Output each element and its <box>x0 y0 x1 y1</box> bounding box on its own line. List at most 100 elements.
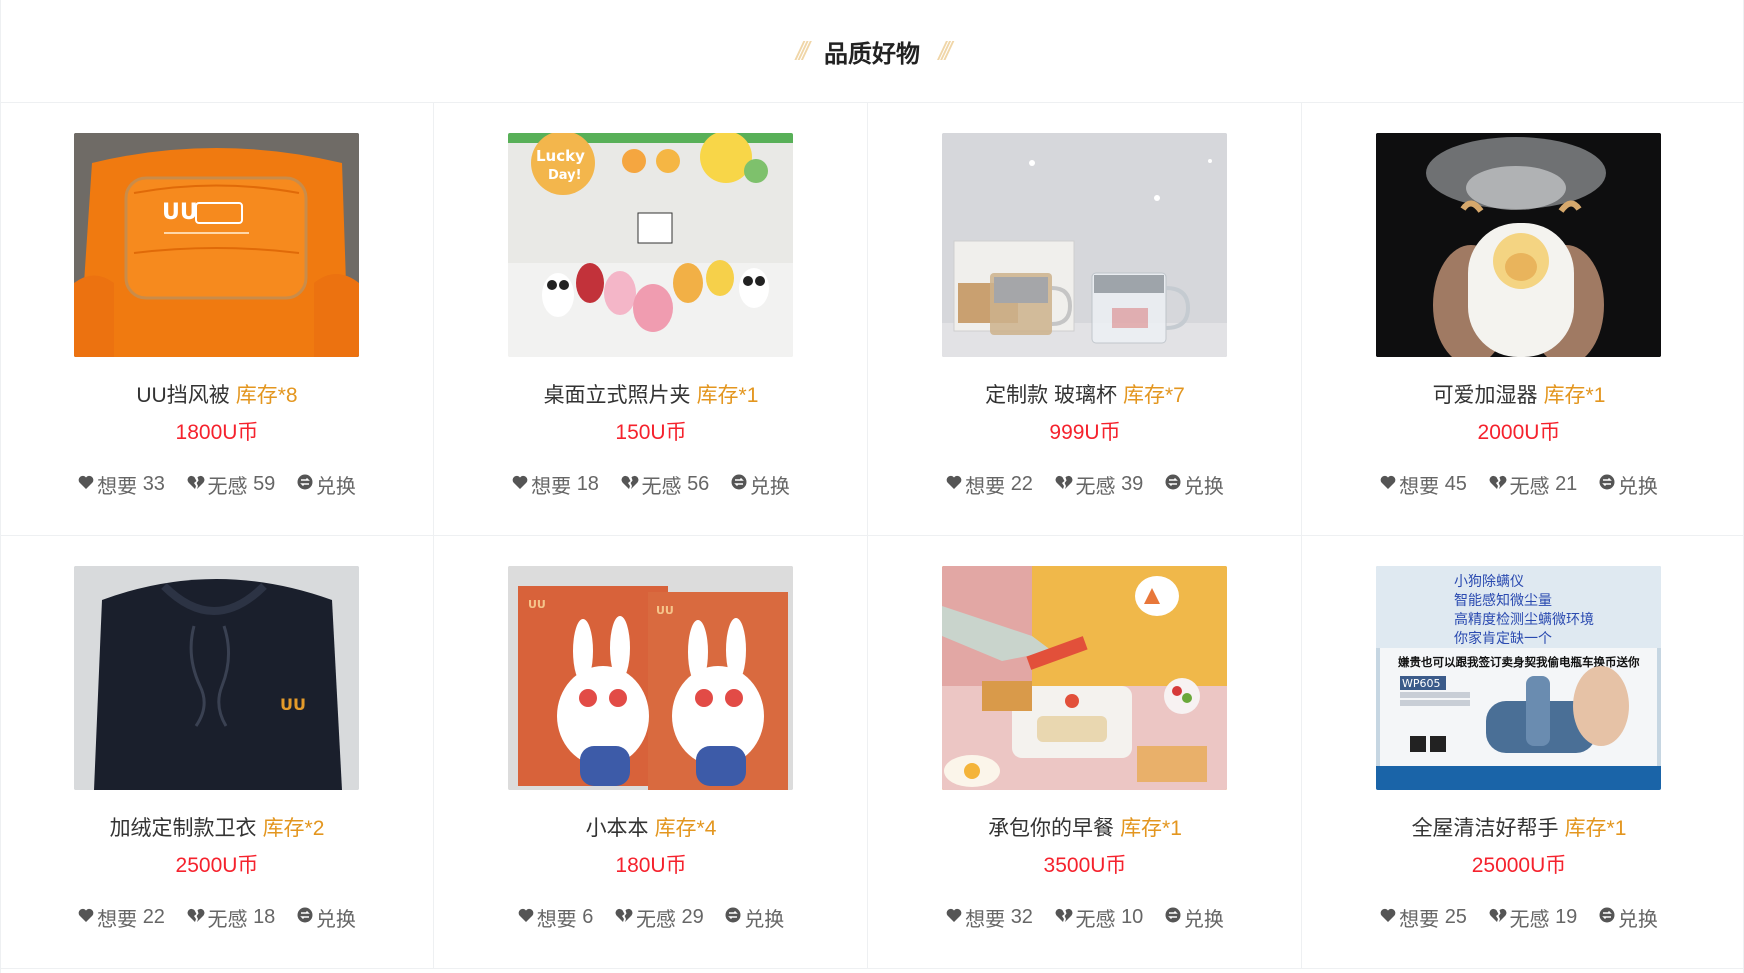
meh-button[interactable]: 无感 39 <box>1055 470 1144 499</box>
product-actions: 想要 18 无感 56 兑换 <box>434 470 868 499</box>
title-deco-left: /// <box>795 36 810 66</box>
meh-button[interactable]: 无感 10 <box>1055 903 1143 932</box>
want-button[interactable]: 想要 22 <box>78 903 165 932</box>
product-stock: 库存*8 <box>235 384 298 407</box>
product-stock: 库存*1 <box>696 384 759 407</box>
meh-button[interactable]: 无感 21 <box>1489 470 1577 499</box>
title-deco-right: /// <box>938 36 952 66</box>
product-price: 2500U币 <box>175 854 259 877</box>
product-price: 150U币 <box>615 421 687 444</box>
heart-icon <box>512 473 531 496</box>
product-card[interactable]: 可爱加湿器 库存*1 2000U币 想要 45 无感 21 兑换 <box>1302 103 1744 536</box>
want-button[interactable]: 想要 22 <box>946 470 1033 499</box>
exchange-icon <box>297 906 316 929</box>
product-name: UU挡风被 <box>136 384 230 407</box>
meh-label: 无感 <box>207 476 248 498</box>
want-count: 25 <box>1444 906 1467 928</box>
exchange-button[interactable]: 兑换 <box>1599 903 1658 932</box>
svg-text:UU: UU <box>528 598 546 611</box>
want-button[interactable]: 想要 32 <box>946 903 1033 932</box>
product-actions: 想要 25 无感 19 兑换 <box>1302 903 1736 932</box>
product-image[interactable] <box>942 133 1227 357</box>
product-actions: 想要 22 无感 39 兑换 <box>868 470 1302 499</box>
meh-button[interactable]: 无感 19 <box>1489 903 1577 932</box>
product-name-line: UU挡风被 库存*8 <box>0 379 434 409</box>
product-card[interactable]: UU UU 小本本 库存*4 180U币 想要 6 无感 29 兑换 <box>434 536 868 969</box>
exchange-button[interactable]: 兑换 <box>297 470 356 499</box>
product-card[interactable]: 小狗除螨仪 智能感知微尘量 高精度检测尘螨微环境 你家肯定缺一个 嫌贵也可以跟我… <box>1302 536 1744 969</box>
broken-heart-icon <box>615 906 636 929</box>
want-button[interactable]: 想要 18 <box>512 470 599 499</box>
want-label: 想要 <box>97 476 138 498</box>
product-name-line: 小本本 库存*4 <box>434 812 868 842</box>
want-label: 想要 <box>965 909 1006 931</box>
exchange-label: 兑换 <box>1183 909 1224 931</box>
want-button[interactable]: 想要 6 <box>518 903 593 932</box>
want-button[interactable]: 想要 33 <box>78 470 165 499</box>
want-button[interactable]: 想要 45 <box>1380 470 1467 499</box>
heart-icon <box>78 906 97 929</box>
want-label: 想要 <box>1399 476 1440 498</box>
exchange-icon <box>1165 906 1184 929</box>
meh-label: 无感 <box>207 909 248 931</box>
want-count: 33 <box>142 473 165 495</box>
exchange-button[interactable]: 兑换 <box>1165 903 1224 932</box>
exchange-button[interactable]: 兑换 <box>725 903 784 932</box>
exchange-button[interactable]: 兑换 <box>731 470 790 499</box>
product-card[interactable]: 定制款 玻璃杯 库存*7 999U币 想要 22 无感 39 兑换 <box>868 103 1302 536</box>
meh-button[interactable]: 无感 29 <box>615 903 704 932</box>
meh-label: 无感 <box>641 476 682 498</box>
product-price: 2000U币 <box>1477 421 1561 444</box>
product-image[interactable] <box>942 566 1227 790</box>
product-name: 小本本 <box>585 817 649 840</box>
heart-icon <box>518 906 537 929</box>
product-card[interactable]: Lucky Day! 桌面立式照片夹 库存*1 150U币 想要 18 无感 56 <box>434 103 868 536</box>
svg-text:Lucky: Lucky <box>536 147 585 165</box>
heart-icon <box>1380 473 1399 496</box>
exchange-icon <box>1599 906 1618 929</box>
svg-text:UU: UU <box>280 695 306 714</box>
heart-icon <box>78 473 97 496</box>
want-label: 想要 <box>965 476 1006 498</box>
exchange-button[interactable]: 兑换 <box>297 903 356 932</box>
product-name: 承包你的早餐 <box>988 817 1115 840</box>
meh-count: 29 <box>681 906 704 928</box>
product-card[interactable]: UU 加绒定制款卫衣 库存*2 2500U币 想要 22 无感 18 兑换 <box>0 536 434 969</box>
exchange-icon <box>1165 473 1184 496</box>
product-actions: 想要 32 无感 10 兑换 <box>868 903 1302 932</box>
product-card[interactable]: 承包你的早餐 库存*1 3500U币 想要 32 无感 10 兑换 <box>868 536 1302 969</box>
product-stock: 库存*2 <box>262 817 325 840</box>
meh-count: 39 <box>1121 473 1144 495</box>
product-image[interactable] <box>1376 133 1661 357</box>
product-image[interactable]: 小狗除螨仪 智能感知微尘量 高精度检测尘螨微环境 你家肯定缺一个 嫌贵也可以跟我… <box>1376 566 1661 790</box>
exchange-button[interactable]: 兑换 <box>1165 470 1224 499</box>
want-count: 45 <box>1444 473 1467 495</box>
want-button[interactable]: 想要 25 <box>1380 903 1467 932</box>
want-label: 想要 <box>1399 909 1440 931</box>
product-name: 定制款 玻璃杯 <box>985 384 1117 407</box>
exchange-label: 兑换 <box>1617 909 1658 931</box>
svg-text:高精度检测尘螨微环境: 高精度检测尘螨微环境 <box>1454 611 1594 628</box>
product-image[interactable]: Lucky Day! <box>508 133 793 357</box>
exchange-button[interactable]: 兑换 <box>1599 470 1658 499</box>
product-image[interactable]: UU <box>74 133 359 357</box>
product-image[interactable]: UU UU <box>508 566 793 790</box>
product-stock: 库存*4 <box>654 817 717 840</box>
product-name-line: 加绒定制款卫衣 库存*2 <box>0 812 434 842</box>
meh-button[interactable]: 无感 56 <box>621 470 709 499</box>
exchange-icon <box>725 906 744 929</box>
product-image[interactable]: UU <box>74 566 359 790</box>
meh-button[interactable]: 无感 18 <box>187 903 275 932</box>
product-stock: 库存*7 <box>1122 384 1185 407</box>
product-actions: 想要 22 无感 18 兑换 <box>0 903 434 932</box>
exchange-icon <box>731 473 750 496</box>
product-name-line: 全屋清洁好帮手 库存*1 <box>1302 812 1736 842</box>
meh-label: 无感 <box>635 909 676 931</box>
product-actions: 想要 45 无感 21 兑换 <box>1302 470 1736 499</box>
exchange-icon <box>297 473 316 496</box>
product-card[interactable]: UU UU挡风被 库存*8 1800U币 想要 33 无感 59 兑换 <box>0 103 434 536</box>
want-count: 22 <box>142 906 165 928</box>
heart-icon <box>946 473 965 496</box>
meh-button[interactable]: 无感 59 <box>187 470 275 499</box>
product-price: 999U币 <box>1049 421 1121 444</box>
